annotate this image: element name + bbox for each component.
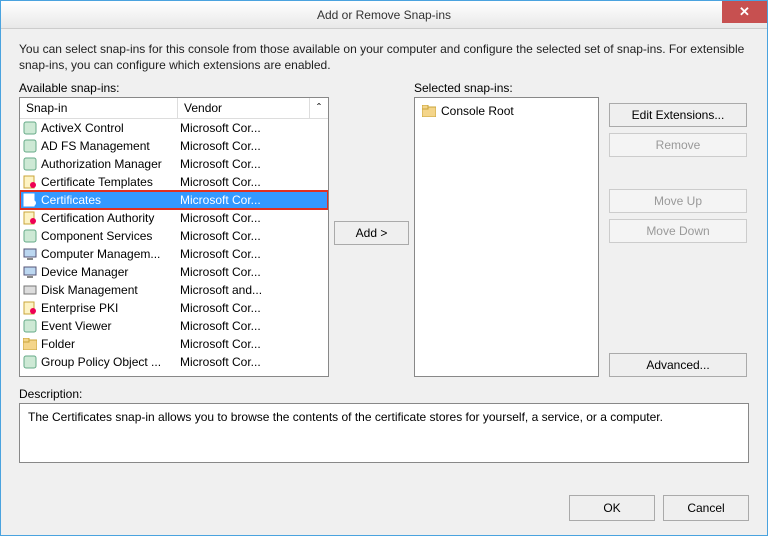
header-snapin[interactable]: Snap-in [20, 98, 178, 118]
window-title: Add or Remove Snap-ins [1, 8, 767, 22]
available-listbox[interactable]: Snap-in Vendor ˆ ActiveX Control Microsof… [19, 97, 329, 377]
description-label: Description: [19, 387, 749, 401]
device-icon [22, 264, 38, 280]
description-box: The Certificates snap-in allows you to b… [19, 403, 749, 463]
snapin-name: Computer Managem... [41, 247, 160, 261]
gear-icon [22, 120, 38, 136]
snapin-vendor: Microsoft Cor... [176, 247, 326, 261]
snapin-vendor: Microsoft Cor... [176, 193, 326, 207]
available-header: Snap-in Vendor ˆ [20, 98, 328, 119]
dialog-footer: OK Cancel [1, 483, 767, 535]
ca-icon [22, 210, 38, 226]
titlebar: Add or Remove Snap-ins ✕ [1, 1, 767, 29]
snapin-name: Certificate Templates [41, 175, 153, 189]
available-label: Available snap-ins: [19, 81, 329, 95]
snapin-name: Group Policy Object ... [41, 355, 161, 369]
remove-button[interactable]: Remove [609, 133, 747, 157]
header-vendor[interactable]: Vendor [178, 98, 310, 118]
close-icon: ✕ [739, 4, 750, 20]
adfs-icon [22, 138, 38, 154]
snapin-name: Certificates [41, 193, 101, 207]
snapin-name: Device Manager [41, 265, 128, 279]
snapin-vendor: Microsoft Cor... [176, 355, 326, 369]
snapin-name: Authorization Manager [41, 157, 162, 171]
snapin-vendor: Microsoft Cor... [176, 157, 326, 171]
snapin-name: Enterprise PKI [41, 301, 118, 315]
available-row[interactable]: Certificates Microsoft Cor... [20, 191, 328, 209]
snapin-vendor: Microsoft Cor... [176, 301, 326, 315]
snapin-vendor: Microsoft Cor... [176, 175, 326, 189]
available-row[interactable]: Disk Management Microsoft and... [20, 281, 328, 299]
snapin-name: ActiveX Control [41, 121, 124, 135]
snapin-name: Certification Authority [41, 211, 154, 225]
cert-icon [22, 192, 38, 208]
edit-extensions-button[interactable]: Edit Extensions... [609, 103, 747, 127]
gpo-icon [22, 354, 38, 370]
intro-text: You can select snap-ins for this console… [19, 41, 749, 73]
snapin-vendor: Microsoft Cor... [176, 229, 326, 243]
available-rows[interactable]: ActiveX ControlMicrosoft Cor...AD FS Man… [20, 119, 328, 376]
selected-column: Selected snap-ins: Console Root [414, 81, 599, 377]
event-icon [22, 318, 38, 334]
snapin-name: Folder [41, 337, 75, 351]
comp-icon [22, 228, 38, 244]
dialog-body: You can select snap-ins for this console… [1, 29, 767, 483]
snapin-vendor: Microsoft and... [176, 283, 326, 297]
selected-label: Selected snap-ins: [414, 81, 599, 95]
selected-listbox[interactable]: Console Root [414, 97, 599, 377]
advanced-button[interactable]: Advanced... [609, 353, 747, 377]
dialog-window: Add or Remove Snap-ins ✕ You can select … [0, 0, 768, 536]
move-up-button[interactable]: Move Up [609, 189, 747, 213]
spacer [609, 249, 749, 347]
main-area: Available snap-ins: Snap-in Vendor ˆ Act… [19, 81, 749, 377]
available-row[interactable]: Computer Managem... Microsoft Cor... [20, 245, 328, 263]
move-down-button[interactable]: Move Down [609, 219, 747, 243]
snapin-name: Event Viewer [41, 319, 111, 333]
cancel-button[interactable]: Cancel [663, 495, 749, 521]
computer-icon [22, 246, 38, 262]
spacer [609, 163, 749, 183]
available-row[interactable]: ActiveX Control Microsoft Cor... [20, 119, 328, 137]
description-text: The Certificates snap-in allows you to b… [28, 410, 663, 424]
available-row[interactable]: AD FS Management Microsoft Cor... [20, 137, 328, 155]
snapin-name: Component Services [41, 229, 152, 243]
snapin-name: AD FS Management [41, 139, 150, 153]
auth-icon [22, 156, 38, 172]
selected-root-row[interactable]: Console Root [421, 102, 592, 120]
close-button[interactable]: ✕ [722, 1, 767, 23]
available-row[interactable]: Enterprise PKI Microsoft Cor... [20, 299, 328, 317]
available-row[interactable]: Certification Authority Microsoft Cor... [20, 209, 328, 227]
snapin-vendor: Microsoft Cor... [176, 265, 326, 279]
add-button[interactable]: Add > [334, 221, 409, 245]
snapin-vendor: Microsoft Cor... [176, 319, 326, 333]
available-row[interactable]: Folder Microsoft Cor... [20, 335, 328, 353]
snapin-vendor: Microsoft Cor... [176, 211, 326, 225]
selected-body: Console Root [415, 98, 598, 376]
selected-root-label: Console Root [441, 104, 514, 118]
pki-icon [22, 300, 38, 316]
folder-icon [22, 336, 38, 352]
snapin-vendor: Microsoft Cor... [176, 139, 326, 153]
available-row[interactable]: Group Policy Object ... Microsoft Cor... [20, 353, 328, 371]
available-row[interactable]: Authorization Manager Microsoft Cor... [20, 155, 328, 173]
ok-button[interactable]: OK [569, 495, 655, 521]
available-column: Available snap-ins: Snap-in Vendor ˆ Act… [19, 81, 329, 377]
spacer [609, 81, 749, 97]
available-row[interactable]: Component Services Microsoft Cor... [20, 227, 328, 245]
folder-icon [421, 103, 437, 119]
available-row[interactable]: Device Manager Microsoft Cor... [20, 263, 328, 281]
disk-icon [22, 282, 38, 298]
available-row[interactable]: Certificate Templates Microsoft Cor... [20, 173, 328, 191]
snapin-vendor: Microsoft Cor... [176, 337, 326, 351]
available-row[interactable]: Event Viewer Microsoft Cor... [20, 317, 328, 335]
cert-tpl-icon [22, 174, 38, 190]
header-chevron-icon[interactable]: ˆ [310, 98, 328, 118]
snapin-name: Disk Management [41, 283, 138, 297]
snapin-vendor: Microsoft Cor... [176, 121, 326, 135]
right-buttons-column: Edit Extensions... Remove Move Up Move D… [609, 81, 749, 377]
middle-column: Add > [339, 81, 404, 377]
